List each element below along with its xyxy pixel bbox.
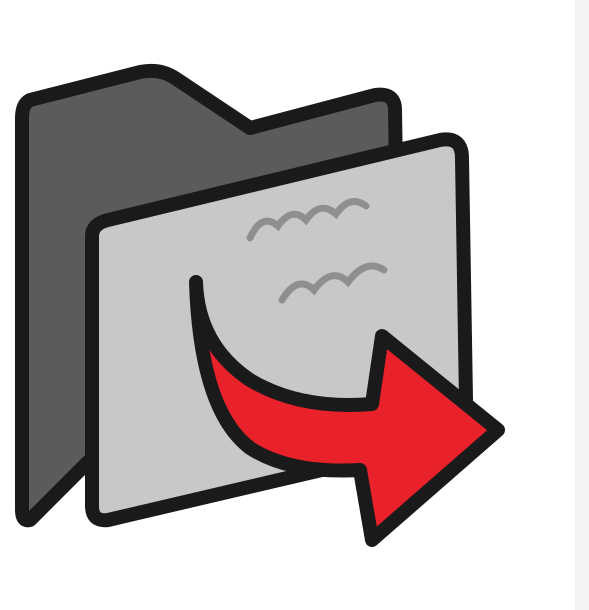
folder-export-icon[interactable] [0, 0, 575, 610]
app-icon-canvas [0, 0, 589, 610]
folder-export-graphic [15, 63, 505, 547]
window-edge-strip [575, 0, 589, 610]
